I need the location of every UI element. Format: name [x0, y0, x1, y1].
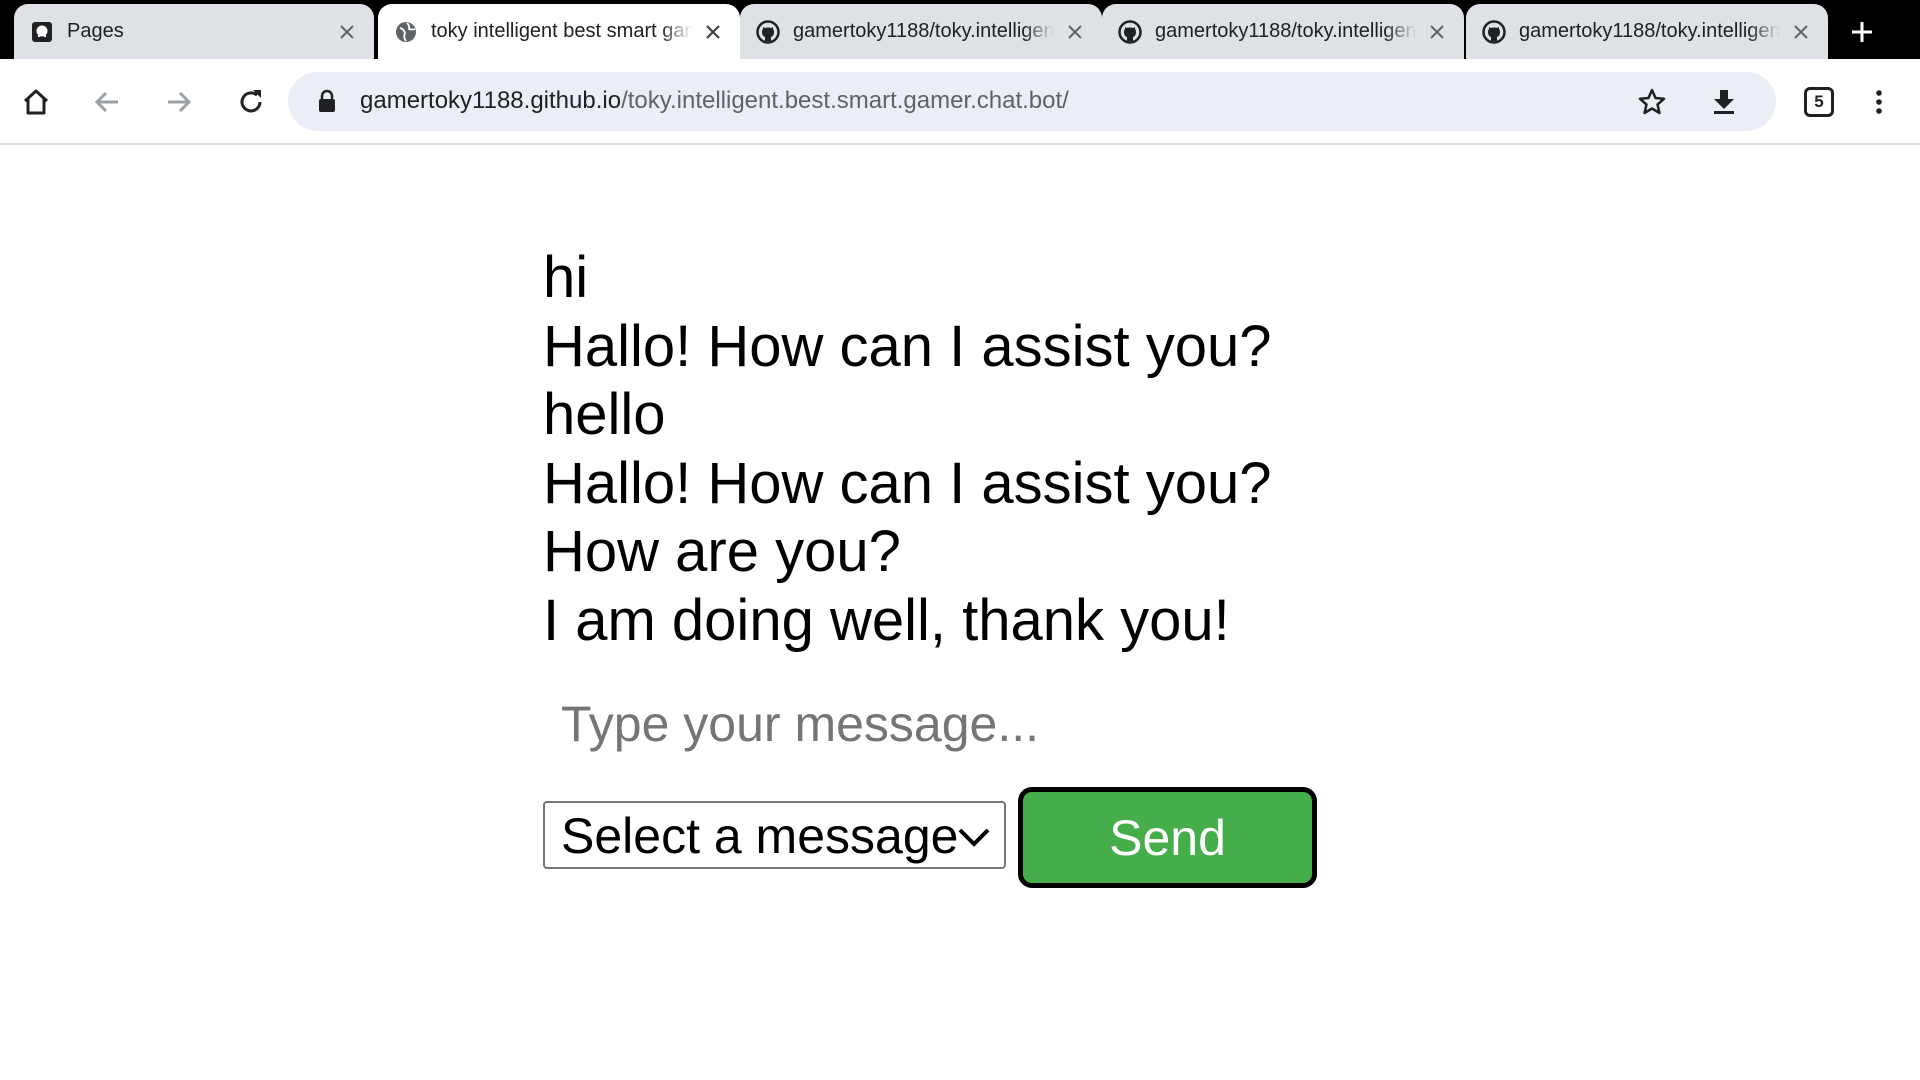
page-content: hi Hallo! How can I assist you? hello Ha… — [0, 147, 1920, 1080]
globe-icon — [394, 20, 418, 44]
home-icon — [23, 89, 49, 115]
forward-button[interactable] — [156, 79, 202, 125]
tab-github-repo-1[interactable]: gamertoky1188/toky.intelligent — [740, 4, 1102, 59]
arrow-left-icon — [94, 91, 118, 113]
chat-message-user: hello — [543, 382, 666, 447]
home-button[interactable] — [13, 79, 59, 125]
download-button[interactable] — [1701, 79, 1747, 125]
bookmark-star-button[interactable] — [1629, 79, 1675, 125]
url-text[interactable]: gamertoky1188.github.io/toky.intelligent… — [360, 86, 1069, 116]
reload-button[interactable] — [228, 79, 274, 125]
message-input[interactable] — [543, 688, 1333, 760]
github-icon — [1482, 19, 1506, 44]
chat-message-user: hi — [543, 245, 589, 310]
close-icon[interactable] — [1788, 19, 1814, 45]
back-button[interactable] — [84, 79, 130, 125]
tab-switcher-button[interactable]: 5 — [1804, 87, 1834, 117]
arrow-right-icon — [168, 91, 192, 113]
browser-toolbar: gamertoky1188.github.io/toky.intelligent… — [0, 59, 1920, 145]
tab-github-repo-3[interactable]: gamertoky1188/toky.intelligent — [1466, 4, 1828, 59]
tab-pages[interactable]: Pages — [14, 4, 374, 59]
menu-button[interactable] — [1856, 79, 1902, 125]
download-icon — [1714, 90, 1734, 114]
url-path: /toky.intelligent.best.smart.gamer.chat.… — [621, 87, 1069, 114]
tab-github-repo-2[interactable]: gamertoky1188/toky.intelligent — [1102, 4, 1464, 59]
reload-icon — [240, 90, 262, 113]
tab-title: gamertoky1188/toky.intelligent — [1519, 20, 1780, 42]
close-icon[interactable] — [1062, 19, 1088, 45]
tab-title: gamertoky1188/toky.intelligent — [793, 20, 1054, 42]
chat-message-bot: Hallo! How can I assist you? — [543, 313, 1272, 379]
github-icon — [756, 19, 780, 44]
url-host: gamertoky1188.github.io — [360, 87, 622, 114]
tab-title: toky intelligent best smart gamer chat b… — [431, 20, 692, 42]
chat-message-bot: I am doing well, thank you! — [543, 587, 1230, 653]
close-icon[interactable] — [700, 19, 726, 45]
close-icon[interactable] — [334, 19, 360, 45]
plus-icon — [1852, 22, 1872, 42]
new-tab-button[interactable] — [1838, 8, 1886, 56]
chat-message-bot: Hallo! How can I assist you? — [543, 450, 1272, 516]
tab-strip: Pages toky intelligent best smart gamer … — [0, 0, 1920, 59]
tab-chat-bot[interactable]: toky intelligent best smart gamer chat b… — [378, 4, 740, 59]
github-pages-icon — [30, 20, 54, 44]
github-icon — [1118, 19, 1142, 44]
tab-title: gamertoky1188/toky.intelligent — [1155, 20, 1416, 42]
message-select-value: Select a message — [561, 808, 959, 864]
more-vertical-icon — [1876, 90, 1882, 114]
star-icon — [1638, 88, 1666, 115]
send-button[interactable]: Send — [1018, 787, 1317, 888]
lock-icon[interactable] — [314, 88, 340, 114]
chevron-down-icon — [956, 820, 992, 854]
close-icon[interactable] — [1424, 19, 1450, 45]
chat-log: hi Hallo! How can I assist you? hello Ha… — [543, 244, 1363, 655]
tab-title: Pages — [67, 20, 124, 42]
message-select[interactable]: Select a message — [543, 801, 1006, 869]
address-bar[interactable]: gamertoky1188.github.io/toky.intelligent… — [288, 72, 1776, 131]
chat-message-user: How are you? — [543, 519, 901, 584]
